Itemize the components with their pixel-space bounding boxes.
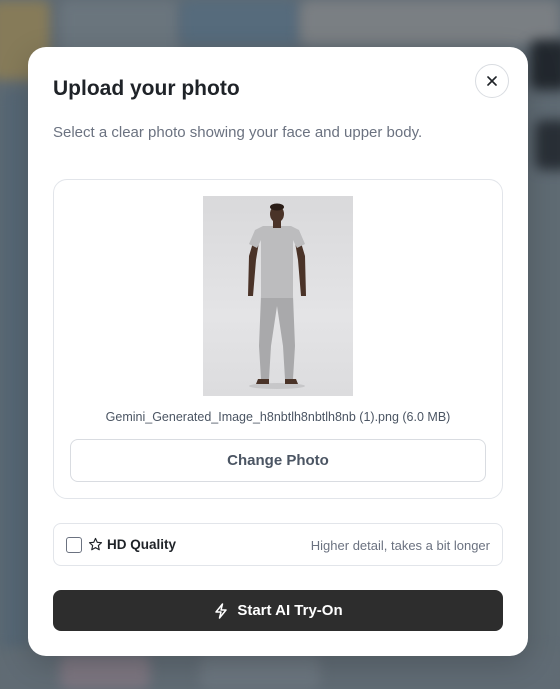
close-button[interactable] <box>475 64 509 98</box>
start-try-on-button[interactable]: Start AI Try-On <box>53 590 503 631</box>
hd-quality-label: HD Quality <box>107 537 177 552</box>
file-name-label: Gemini_Generated_Image_h8nbtlh8nbtlh8nb … <box>105 410 451 424</box>
photo-preview-card: Gemini_Generated_Image_h8nbtlh8nbtlh8nb … <box>53 179 503 499</box>
hd-quality-checkbox[interactable] <box>66 537 82 553</box>
hd-quality-option[interactable]: HD Quality Higher detail, takes a bit lo… <box>53 523 503 566</box>
star-icon <box>88 537 103 551</box>
uploaded-photo-preview <box>203 196 353 396</box>
lightning-icon <box>215 602 228 619</box>
start-try-on-label: Start AI Try-On <box>237 602 343 619</box>
upload-photo-modal: Upload your photo Select a clear photo s… <box>28 47 528 656</box>
hd-quality-hint: Higher detail, takes a bit longer <box>310 538 490 553</box>
modal-title: Upload your photo <box>53 77 240 100</box>
change-photo-button[interactable]: Change Photo <box>70 439 486 482</box>
close-icon <box>487 76 497 86</box>
modal-subtitle: Select a clear photo showing your face a… <box>53 124 423 141</box>
